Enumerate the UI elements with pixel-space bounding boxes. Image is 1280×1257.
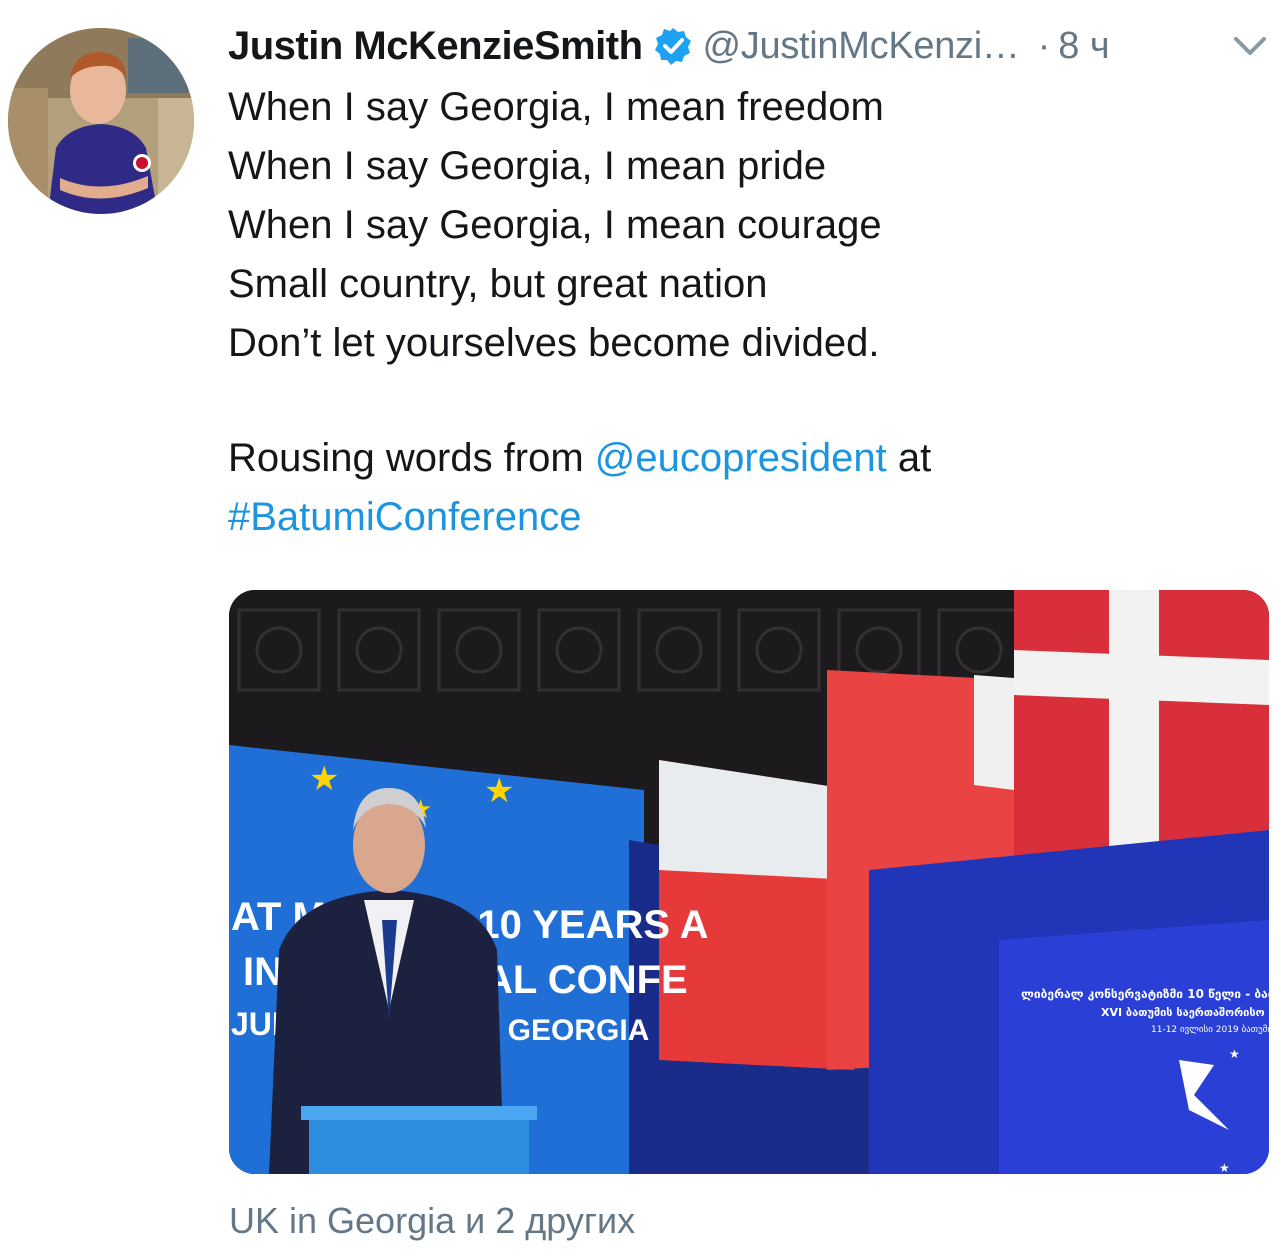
verified-badge-icon bbox=[653, 26, 693, 66]
podium bbox=[309, 1114, 529, 1174]
author-name[interactable]: Justin McKenzieSmith bbox=[228, 24, 643, 69]
right-banner-text: 11-12 ივლისი 2019 ბათუმი bbox=[1151, 1024, 1269, 1035]
banner-text: AL CONFE bbox=[484, 958, 688, 1002]
tweet-photo[interactable]: ★ ★ ★ AT MAT -10 YEARS A IN AL CONFE JUL… bbox=[229, 590, 1269, 1174]
mention-link[interactable]: @eucopresident bbox=[595, 436, 887, 480]
closing-prefix: Rousing words from bbox=[228, 436, 595, 480]
tweet-header: Justin McKenzieSmith @JustinMcKenzi… · 8… bbox=[228, 18, 1278, 74]
tweet-line: When I say Georgia, I mean freedom bbox=[228, 85, 884, 129]
tweet-line: Don’t let yourselves become divided. bbox=[228, 321, 880, 365]
avatar-photo bbox=[8, 28, 194, 214]
hashtag-link[interactable]: #BatumiConference bbox=[228, 488, 1258, 547]
tweet-line: When I say Georgia, I mean pride bbox=[228, 144, 827, 188]
tweet-body: When I say Georgia, I mean freedom When … bbox=[228, 78, 1258, 547]
banner-text: IN bbox=[243, 950, 283, 994]
right-banner-text: XVI ბათუმის საერთაშორისო bbox=[1101, 1006, 1265, 1019]
tweet-line: When I say Georgia, I mean courage bbox=[228, 203, 882, 247]
right-banner-text: ლიბერალ კონსერვატიზმი 10 წელი - ბათუმი bbox=[1021, 987, 1269, 1001]
podium-top bbox=[301, 1106, 537, 1120]
banner-text: , GEORGIA bbox=[491, 1014, 649, 1047]
author-handle[interactable]: @JustinMcKenzi… bbox=[703, 25, 1020, 68]
stage-star: ★ bbox=[1219, 1161, 1230, 1174]
author-avatar[interactable] bbox=[8, 28, 194, 214]
flag-panel-2-white bbox=[974, 675, 1014, 790]
tweet-time[interactable]: 8 ч bbox=[1058, 25, 1110, 68]
tweet-closing-line: Rousing words from @eucopresident at bbox=[228, 429, 1258, 488]
stage-star: ★ bbox=[1229, 1047, 1240, 1061]
stage-star: ★ bbox=[309, 759, 339, 799]
social-context[interactable]: UK in Georgia и 2 других bbox=[229, 1200, 635, 1242]
stage-star: ★ bbox=[484, 771, 514, 811]
chevron-down-icon[interactable] bbox=[1230, 26, 1270, 66]
tweet-line: Small country, but great nation bbox=[228, 262, 768, 306]
separator-dot: · bbox=[1037, 24, 1051, 67]
banner-text: -10 YEARS A bbox=[464, 903, 709, 947]
closing-suffix: at bbox=[886, 436, 932, 480]
